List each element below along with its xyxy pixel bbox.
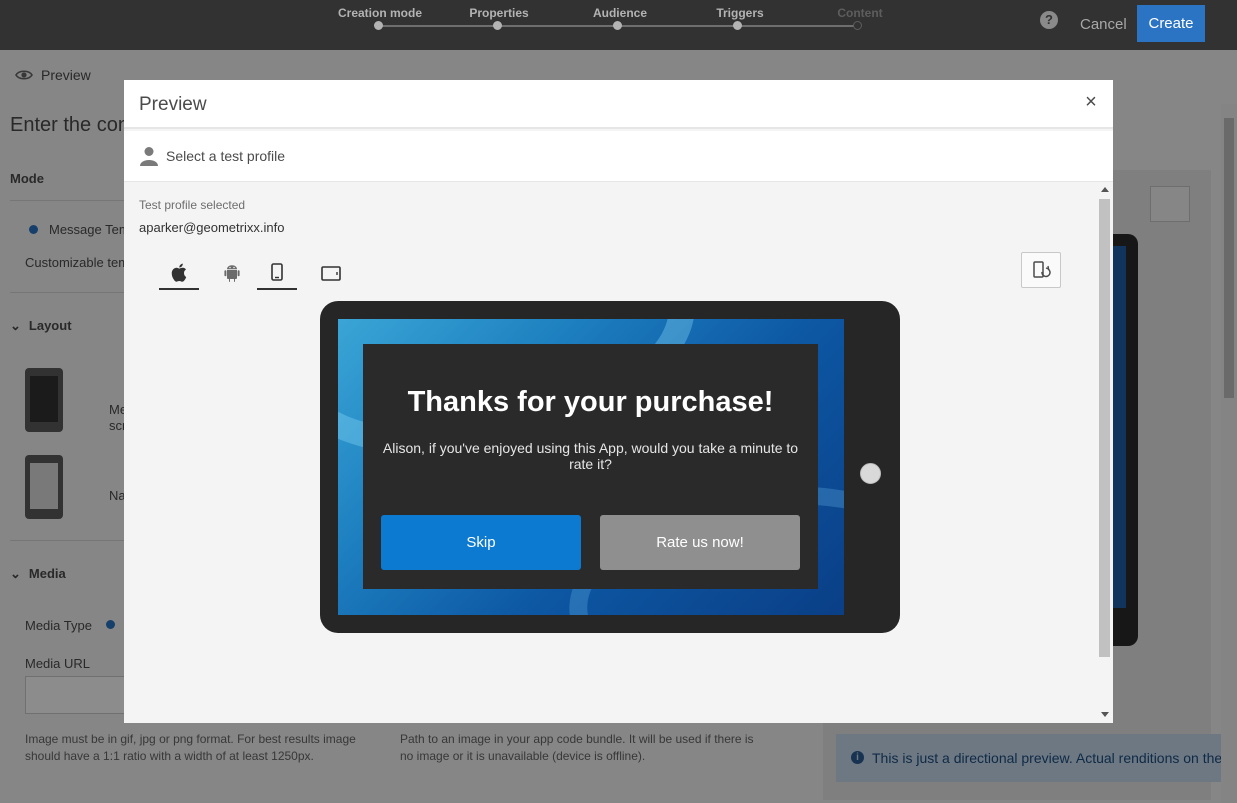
step-audience[interactable]: Audience [560,6,680,20]
preview-content: Test profile selected aparker@geometrixx… [124,182,1097,723]
test-profile-label: Test profile selected [139,198,246,212]
phone-icon [271,263,283,281]
modal-title: Preview [139,94,207,115]
step-triggers[interactable]: Triggers [680,6,800,20]
step-content: Content [837,6,883,20]
rotate-icon [1033,261,1051,278]
select-profile-label: Select a test profile [166,148,286,164]
tablet-device-frame: Thanks for your purchase! Alison, if you… [320,301,900,633]
rotate-device-button[interactable] [1021,252,1061,288]
help-icon[interactable]: ? [1040,11,1058,29]
preview-modal: Preview × Select a test profile Test pro… [124,80,1113,723]
tab-android[interactable] [212,256,252,290]
tab-ios[interactable] [159,256,199,290]
step-creation-mode[interactable]: Creation mode [320,6,440,20]
skip-button[interactable]: Skip [381,515,581,570]
step-dot [374,21,383,30]
step-dot [853,21,862,30]
apple-icon [171,263,187,282]
modal-scrollbar[interactable] [1097,182,1113,723]
scroll-thumb[interactable] [1099,199,1110,657]
tablet-icon [321,265,341,281]
rate-us-button[interactable]: Rate us now! [600,515,800,570]
step-properties[interactable]: Properties [439,6,559,20]
in-app-message: Thanks for your purchase! Alison, if you… [363,344,818,589]
person-icon [140,147,158,166]
step-dot [733,21,742,30]
tab-tablet[interactable] [311,256,351,290]
create-button[interactable]: Create [1137,5,1205,42]
step-dot [613,21,622,30]
top-bar: Creation mode Properties Audience Trigge… [0,0,1237,50]
cancel-button[interactable]: Cancel [1072,10,1135,40]
tab-phone[interactable] [257,256,297,290]
scroll-up-icon[interactable] [1101,187,1109,192]
step-dot [493,21,502,30]
device-screen: Thanks for your purchase! Alison, if you… [338,319,844,615]
modal-header: Preview × [124,80,1113,129]
in-app-body: Alison, if you've enjoyed using this App… [382,440,799,472]
in-app-title: Thanks for your purchase! [407,386,774,418]
home-button [860,463,881,484]
android-icon [224,265,240,282]
select-test-profile[interactable]: Select a test profile [124,131,1113,182]
test-profile-value: aparker@geometrixx.info [139,220,285,235]
close-icon[interactable]: × [1083,92,1099,112]
scroll-down-icon[interactable] [1101,712,1109,717]
